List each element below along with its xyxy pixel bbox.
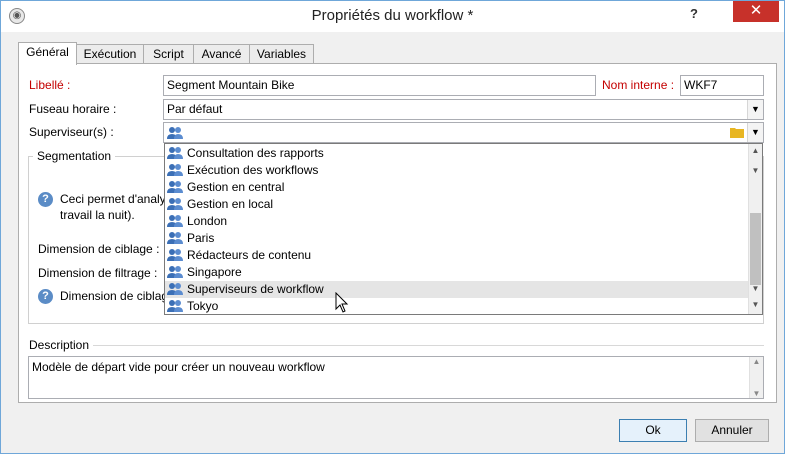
dropdown-item[interactable]: Superviseurs de workflow bbox=[165, 281, 749, 298]
dropdown-item[interactable]: Tokyo bbox=[165, 298, 749, 314]
scroll-bottom-icon[interactable]: ▼ bbox=[749, 298, 762, 312]
segmentation-info-line1: Ceci permet d'analy bbox=[60, 192, 166, 206]
nom-interne-field[interactable]: WKF7 bbox=[680, 75, 764, 96]
chevron-down-icon[interactable]: ▼ bbox=[747, 100, 763, 119]
segmentation-title: Segmentation bbox=[33, 149, 116, 163]
dropdown-item-label: Paris bbox=[187, 231, 215, 245]
chevron-down-icon[interactable]: ▼ bbox=[749, 282, 762, 296]
help-button[interactable]: ? bbox=[681, 4, 707, 24]
dropdown-item-label: Gestion en central bbox=[187, 180, 285, 194]
dim-filtrage-label: Dimension de filtrage : bbox=[38, 266, 158, 280]
segmentation-info-line2: travail la nuit). bbox=[60, 208, 135, 222]
ok-button[interactable]: Ok bbox=[619, 419, 687, 442]
users-icon bbox=[167, 249, 183, 261]
info-icon: ? bbox=[38, 289, 53, 304]
dim-ciblage-label: Dimension de ciblage : bbox=[38, 242, 160, 256]
dropdown-item-label: Exécution des workflows bbox=[187, 163, 319, 177]
users-icon bbox=[167, 266, 183, 278]
folder-icon[interactable] bbox=[730, 126, 744, 138]
dropdown-item[interactable]: Gestion en local bbox=[165, 196, 749, 213]
chevron-down-icon[interactable]: ▼ bbox=[747, 123, 763, 142]
nom-interne-label: Nom interne : bbox=[602, 78, 675, 92]
dropdown-item[interactable]: London bbox=[165, 213, 749, 230]
dropdown-scrollbar[interactable]: ▲ ▼ ▼ ▼ bbox=[748, 144, 762, 314]
dropdown-item[interactable]: Rédacteurs de contenu bbox=[165, 247, 749, 264]
scroll-up-icon[interactable]: ▼ bbox=[749, 164, 762, 178]
users-icon bbox=[167, 232, 183, 244]
superviseur-label: Superviseur(s) : bbox=[29, 125, 114, 139]
tab-execution[interactable]: Exécution bbox=[76, 44, 144, 64]
description-textarea[interactable]: Modèle de départ vide pour créer un nouv… bbox=[28, 356, 764, 399]
dim-ciblage-label-2: Dimension de ciblag bbox=[60, 289, 169, 303]
users-icon bbox=[167, 300, 183, 312]
dropdown-item-label: Tokyo bbox=[187, 299, 219, 313]
tab-general[interactable]: Général bbox=[18, 42, 77, 65]
dropdown-item-label: Rédacteurs de contenu bbox=[187, 248, 312, 262]
libelle-label: Libellé : bbox=[29, 78, 71, 92]
tab-avance[interactable]: Avancé bbox=[193, 44, 250, 64]
title-bar: ◉ Propriétés du workflow * ? ✕ bbox=[1, 1, 784, 32]
description-title: Description bbox=[29, 338, 90, 352]
dropdown-item-label: Singapore bbox=[187, 265, 242, 279]
users-icon bbox=[167, 283, 183, 295]
cancel-button[interactable]: Annuler bbox=[695, 419, 769, 442]
fuseau-label: Fuseau horaire : bbox=[29, 102, 117, 116]
description-text: Modèle de départ vide pour créer un nouv… bbox=[32, 360, 325, 374]
properties-dialog: ◉ Propriétés du workflow * ? ✕ Général E… bbox=[0, 0, 785, 454]
superviseur-select[interactable]: ▼ bbox=[163, 122, 764, 143]
fuseau-value: Par défaut bbox=[167, 102, 223, 116]
tab-script[interactable]: Script bbox=[143, 44, 194, 64]
users-icon bbox=[167, 164, 183, 176]
users-icon bbox=[167, 126, 183, 139]
tab-variables[interactable]: Variables bbox=[249, 44, 314, 64]
libelle-field[interactable]: Segment Mountain Bike bbox=[163, 75, 596, 96]
fuseau-select[interactable]: Par défaut ▼ bbox=[163, 99, 764, 120]
dropdown-item-label: London bbox=[187, 214, 228, 228]
dropdown-item-label: Consultation des rapports bbox=[187, 146, 324, 160]
close-button[interactable]: ✕ bbox=[733, 1, 779, 22]
dropdown-item[interactable]: Gestion en central bbox=[165, 179, 749, 196]
dropdown-item-label: Gestion en local bbox=[187, 197, 274, 211]
users-icon bbox=[167, 215, 183, 227]
info-icon: ? bbox=[38, 192, 53, 207]
users-icon bbox=[167, 198, 183, 210]
superviseur-dropdown-list[interactable]: Consultation des rapports Exécution des w… bbox=[164, 143, 763, 315]
scrollbar-thumb[interactable] bbox=[750, 213, 761, 285]
users-icon bbox=[167, 181, 183, 193]
dropdown-item-label: Superviseurs de workflow bbox=[187, 282, 324, 296]
dropdown-item[interactable]: Exécution des workflows bbox=[165, 162, 749, 179]
dropdown-item[interactable]: Consultation des rapports bbox=[165, 145, 749, 162]
description-divider bbox=[93, 345, 764, 346]
mouse-cursor-icon bbox=[335, 292, 349, 313]
description-scrollbar[interactable]: ▲ ▼ bbox=[749, 357, 763, 398]
scroll-up-icon[interactable]: ▲ bbox=[749, 144, 762, 158]
users-icon bbox=[167, 147, 183, 159]
chevron-down-icon[interactable]: ▼ bbox=[750, 389, 763, 398]
dropdown-item[interactable]: Singapore bbox=[165, 264, 749, 281]
scroll-up-icon[interactable]: ▲ bbox=[750, 357, 763, 366]
dropdown-item[interactable]: Paris bbox=[165, 230, 749, 247]
window-title: Propriétés du workflow * bbox=[311, 7, 474, 24]
